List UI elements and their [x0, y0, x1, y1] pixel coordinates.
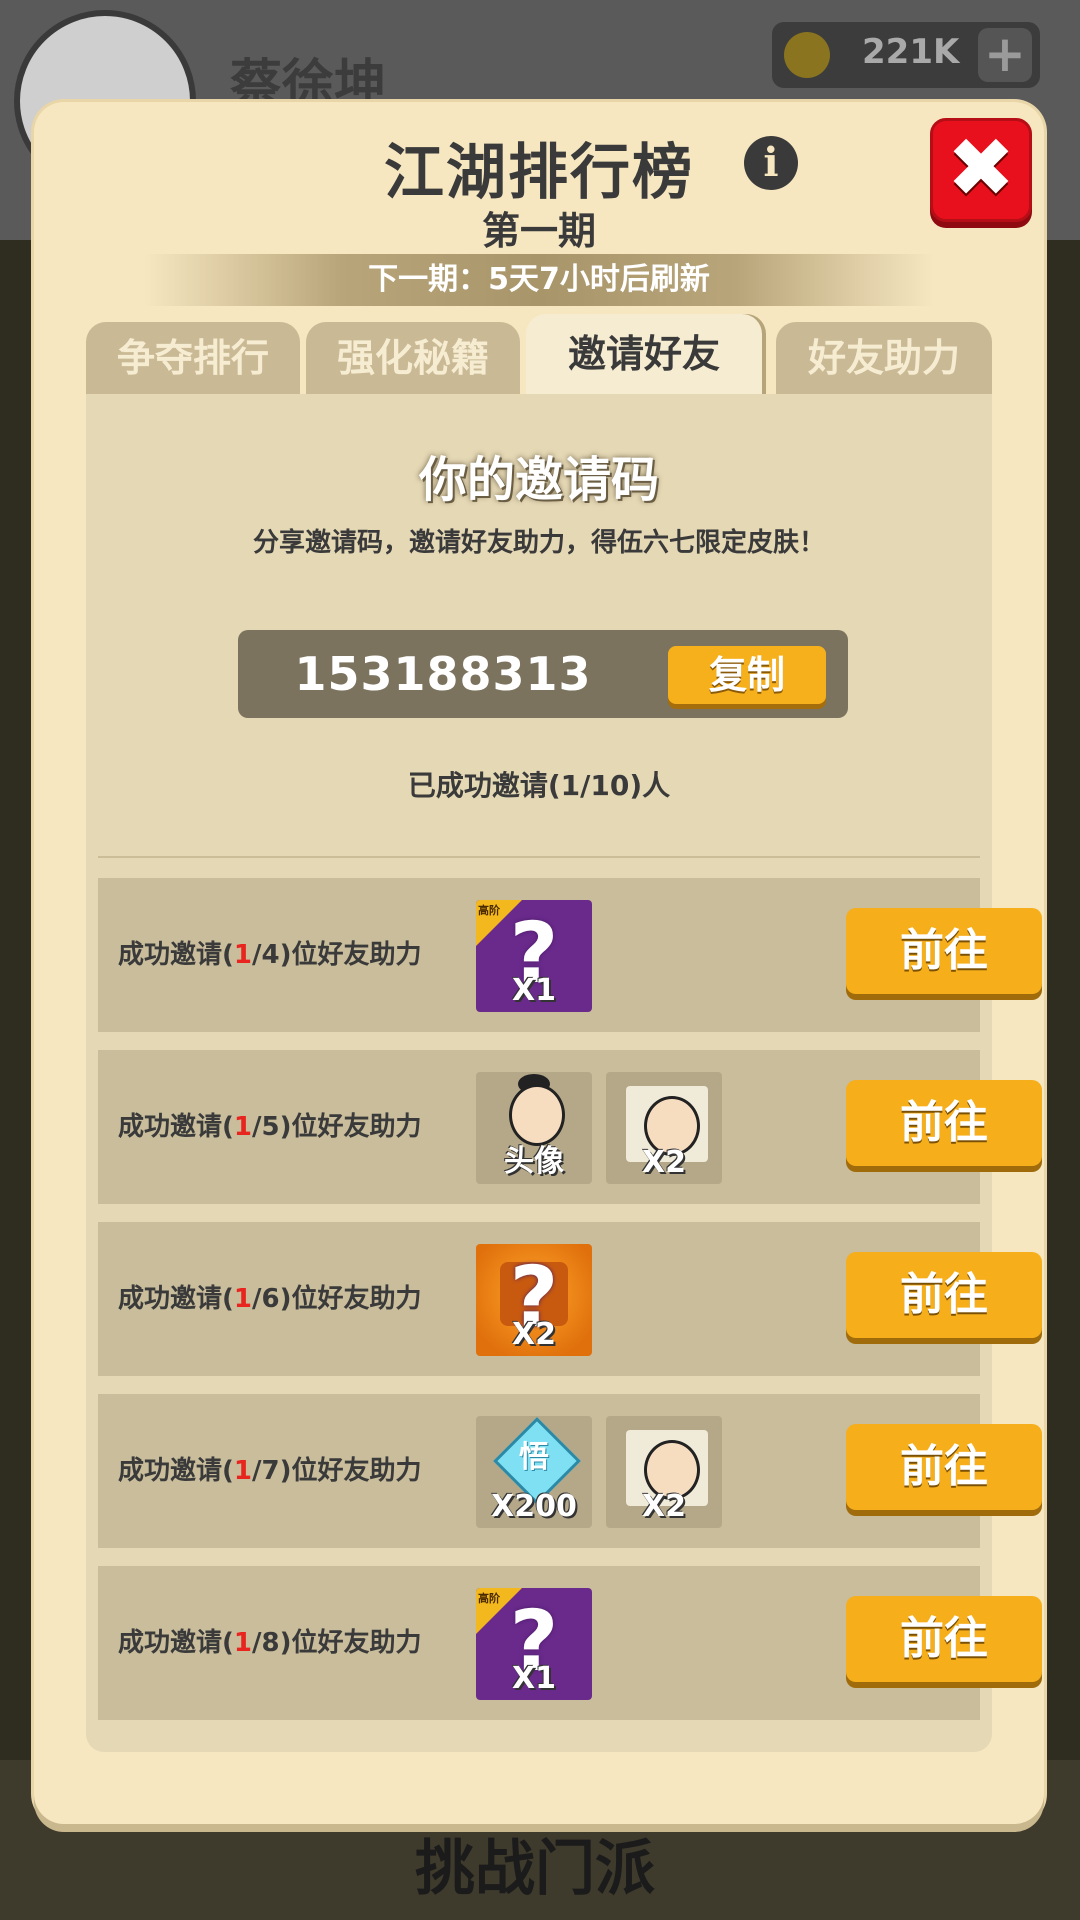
reward-condition: 成功邀请(1/5)位好友助力: [118, 1050, 421, 1204]
condition-prefix: 成功邀请(: [118, 940, 234, 970]
go-button[interactable]: 前往: [846, 1596, 1042, 1682]
challenge-sect-label: 挑战门派: [415, 1834, 655, 1904]
close-button[interactable]: ✖: [930, 118, 1032, 222]
copy-button[interactable]: 复制: [668, 646, 826, 704]
coin-amount: 221K: [862, 32, 960, 72]
reward-row: 成功邀请(1/5)位好友助力 头像 X2 前往: [98, 1050, 1042, 1204]
reward-quantity: X2: [511, 1317, 556, 1352]
reward-condition: 成功邀请(1/6)位好友助力: [118, 1222, 421, 1376]
condition-prefix: 成功邀请(: [118, 1112, 234, 1142]
condition-suffix: /7)位好友助力: [251, 1456, 422, 1486]
condition-progress: 1: [233, 1112, 252, 1142]
condition-prefix: 成功邀请(: [118, 1456, 234, 1486]
divider: [98, 856, 980, 858]
leaderboard-modal: 江湖排行榜 i 第一期 ✖ 下一期：5天7小时后刷新 争夺排行 强化秘籍 邀请好…: [34, 102, 1044, 1824]
go-button[interactable]: 前往: [846, 1424, 1042, 1510]
gem-character: 悟: [519, 1440, 549, 1475]
reward-item: 高阶 ? X1: [476, 1588, 592, 1700]
tab-enhance-manual[interactable]: 强化秘籍: [306, 322, 520, 394]
go-button[interactable]: 前往: [846, 908, 1042, 994]
reward-condition: 成功邀请(1/8)位好友助力: [118, 1566, 421, 1720]
invite-code: 153188313: [294, 647, 592, 701]
tab-compete-ranking[interactable]: 争夺排行: [86, 322, 300, 394]
reward-item: 悟 X200: [476, 1416, 592, 1528]
reward-item: X2: [606, 1416, 722, 1528]
modal-title: 江湖排行榜: [384, 138, 694, 208]
reward-quantity: X200: [491, 1489, 577, 1524]
condition-suffix: /8)位好友助力: [251, 1628, 422, 1658]
invite-code-box: 153188313 复制: [238, 630, 848, 718]
condition-prefix: 成功邀请(: [118, 1628, 234, 1658]
add-coins-icon: +: [978, 28, 1032, 82]
invite-code-heading: 你的邀请码: [418, 452, 659, 508]
reward-row: 成功邀请(1/8)位好友助力 高阶 ? X1 前往: [98, 1566, 1042, 1720]
reward-item: 高阶 ? X1: [476, 900, 592, 1012]
go-button[interactable]: 前往: [846, 1252, 1042, 1338]
invite-count: 已成功邀请(1/10)人: [407, 769, 671, 802]
coin-counter: 221K +: [772, 22, 1040, 88]
condition-progress: 1: [233, 1628, 252, 1658]
condition-progress: 1: [233, 1456, 252, 1486]
reward-quantity: X2: [641, 1145, 686, 1180]
tab-friend-assist[interactable]: 好友助力: [776, 322, 992, 394]
condition-prefix: 成功邀请(: [118, 1284, 234, 1314]
condition-suffix: /6)位好友助力: [251, 1284, 422, 1314]
info-icon[interactable]: i: [744, 136, 798, 190]
reward-row: 成功邀请(1/7)位好友助力 悟 X200 X2 前往: [98, 1394, 1042, 1548]
reward-quantity: X1: [511, 1661, 556, 1696]
go-button[interactable]: 前往: [846, 1080, 1042, 1166]
reward-quantity: X2: [641, 1489, 686, 1524]
season-label: 第一期: [481, 209, 596, 253]
reward-quantity: X1: [511, 973, 556, 1008]
refresh-countdown: 下一期：5天7小时后刷新: [144, 254, 934, 306]
condition-progress: 1: [233, 940, 252, 970]
condition-suffix: /4)位好友助力: [251, 940, 422, 970]
reward-item: 头像: [476, 1072, 592, 1184]
close-icon: ✖: [946, 121, 1016, 216]
coin-icon: [784, 32, 830, 78]
reward-row: 成功邀请(1/4)位好友助力 高阶 ? X1 前往: [98, 878, 1042, 1032]
reward-quantity: 头像: [504, 1144, 564, 1179]
reward-item: ? X2: [476, 1244, 592, 1356]
reward-condition: 成功邀请(1/7)位好友助力: [118, 1394, 421, 1548]
reward-row: 成功邀请(1/6)位好友助力 ? X2 前往: [98, 1222, 1042, 1376]
reward-condition: 成功邀请(1/4)位好友助力: [118, 878, 421, 1032]
condition-suffix: /5)位好友助力: [251, 1112, 422, 1142]
invite-description: 分享邀请码，邀请好友助力，得伍六七限定皮肤！: [252, 528, 825, 558]
invite-content: 你的邀请码 分享邀请码，邀请好友助力，得伍六七限定皮肤！ 153188313 复…: [86, 394, 1042, 1752]
reward-item: X2: [606, 1072, 722, 1184]
condition-progress: 1: [233, 1284, 252, 1314]
tab-invite-friends[interactable]: 邀请好友: [526, 314, 762, 394]
